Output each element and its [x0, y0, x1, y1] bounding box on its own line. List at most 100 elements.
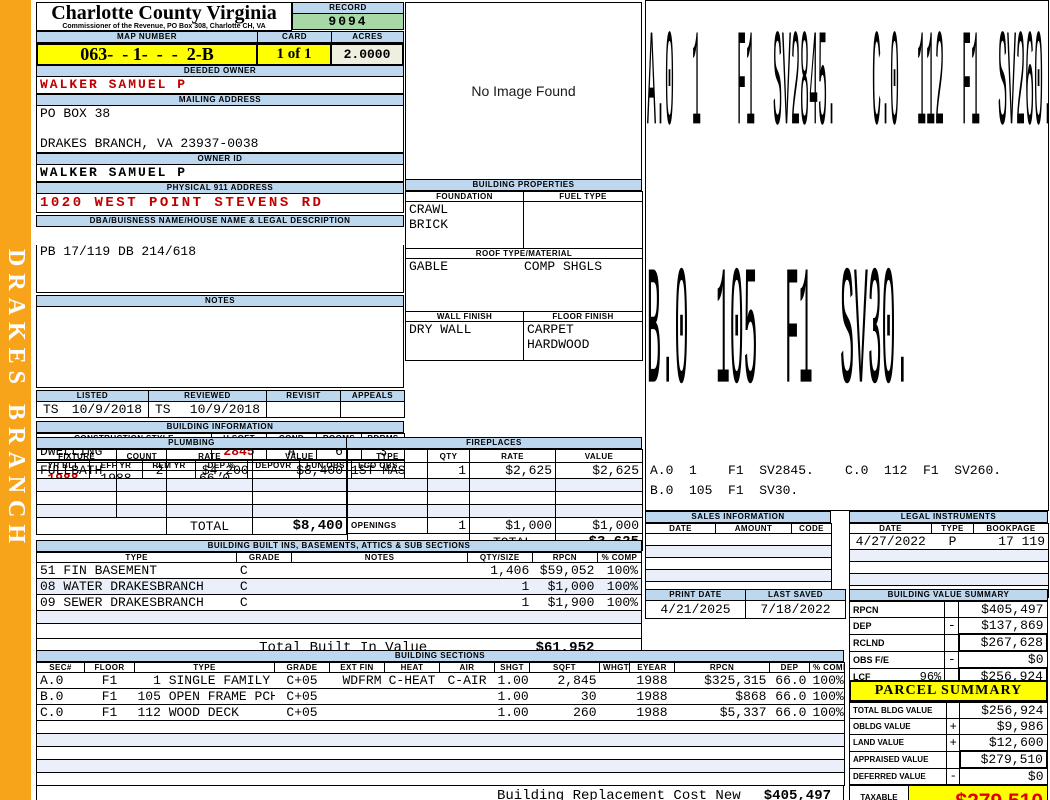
- commissioner-line: Commissioner of the Revenue, PO Box 308,…: [62, 23, 266, 30]
- fireplaces-row: 1ST MAS 1 $2,625 $2,625: [347, 462, 643, 479]
- fuel-type-label: FUEL TYPE: [523, 191, 643, 202]
- sketch-vector-line-2: B.0 105 F1 SV30.: [650, 483, 799, 498]
- print-date-value: 4/21/2025: [645, 600, 746, 619]
- notes-label: NOTES: [36, 295, 404, 307]
- fireplaces-openings-row: OPENINGS 1 $1,000 $1,000: [347, 517, 643, 534]
- building-value-summary-table: RPCN $405,497 DEP - $137,869 RCLND $267,…: [848, 601, 1049, 686]
- no-image-text: No Image Found: [471, 83, 576, 99]
- floor-finish-value: CARPET HARDWOOD: [523, 321, 643, 361]
- built-ins-row: 08 WATER DRAKESBRANCH C 1 $1,000 100%: [36, 578, 642, 595]
- floor-finish-label: FLOOR FINISH: [523, 311, 643, 322]
- roof-value: GABLE COMP SHGLS: [405, 258, 643, 312]
- building-value-summary-title: BUILDING VALUE SUMMARY: [849, 589, 1048, 601]
- map-number-label: MAP NUMBER: [36, 31, 258, 43]
- fireplaces-table: TYPE QTY RATE VALUE 1ST MAS 1 $2,625 $2,…: [347, 449, 643, 551]
- owner-panel: Charlotte County Virginia Commissioner o…: [36, 2, 405, 487]
- parcel-summary-panel: PARCEL SUMMARY TOTAL BLDG VALUE $256,924…: [848, 680, 1049, 800]
- legal-title: LEGAL INSTRUMENTS: [849, 511, 1048, 523]
- plumbing-row: FULLBATH 2 $4,200 $8,400: [35, 462, 348, 479]
- sketch-vector-line-1-large: A.0 1 F1 SV2845. C.0 112 F1 SV260.: [647, 13, 1049, 170]
- building-sections-panel: BUILDING SECTIONS SEC# FLOOR TYPE GRADE …: [36, 650, 845, 800]
- bvs-row-obs: OBS F/E - $0: [848, 650, 1048, 669]
- legal-table: DATE TYPE BOOKPAGE 4/27/2022 P 17 119: [849, 523, 1049, 598]
- replacement-cost-row: Building Replacement Cost New $405,497: [36, 786, 844, 800]
- wall-finish-value: DRY WALL: [405, 321, 524, 361]
- property-record-card: DRAKES BRANCH Charlotte County Virginia …: [0, 0, 1050, 800]
- sketch-panel: A.0 1 F1 SV2845. C.0 112 F1 SV260. B.0 1…: [645, 0, 1049, 511]
- property-panel: No Image Found BUILDING PROPERTIES FOUND…: [405, 2, 643, 361]
- print-dates-panel: PRINT DATE LAST SAVED 4/21/2025 7/18/202…: [645, 589, 846, 619]
- district-label: DRAKES BRANCH: [3, 249, 29, 551]
- reviewed-value: TS 10/9/2018: [148, 401, 267, 418]
- owner-id-value: WALKER SAMUEL P: [36, 165, 404, 182]
- built-ins-table: TYPE GRADE NOTES QTY/SIZE RPCN % COMP 51…: [35, 552, 643, 657]
- sketch-vector-line-2-large: B.0 105 F1 SV30.: [647, 241, 910, 434]
- bvs-row-rclnd: RCLND $267,628: [848, 633, 1049, 652]
- building-value-summary-panel: BUILDING VALUE SUMMARY RPCN $405,497 DEP…: [848, 589, 1049, 686]
- last-saved-label: LAST SAVED: [745, 589, 846, 601]
- bvs-row-rpcn: RPCN $405,497: [848, 601, 1048, 618]
- record-number: 9094: [292, 14, 404, 30]
- building-properties-table: FOUNDATION FUEL TYPE CRAWL BRICK ROOF TYP…: [405, 191, 643, 361]
- sales-title: SALES INFORMATION: [645, 511, 831, 523]
- plumbing-title: PLUMBING: [36, 437, 347, 449]
- foundation-value: CRAWL BRICK: [405, 201, 524, 249]
- built-ins-row: 51 FIN BASEMENT C 1,406 $59,052 100%: [36, 562, 642, 579]
- district-sidebar: DRAKES BRANCH: [0, 0, 31, 800]
- roof-label: ROOF TYPE/MATERIAL: [405, 248, 643, 259]
- legal-instruments-panel: LEGAL INSTRUMENTS DATE TYPE BOOKPAGE 4/2…: [849, 511, 1049, 598]
- county-header: Charlotte County Virginia Commissioner o…: [36, 2, 292, 31]
- deeded-owner-value: WALKER SAMUEL P: [36, 77, 404, 94]
- record-label: RECORD: [292, 2, 404, 14]
- parcel-row-deferred: DEFERRED VALUE - $0: [848, 767, 1048, 785]
- revisit-value: [266, 401, 341, 418]
- photo-placeholder: No Image Found: [405, 2, 642, 180]
- fireplaces-title: FIREPLACES: [347, 437, 642, 449]
- physical-address-label: PHYSICAL 911 ADDRESS: [36, 182, 404, 194]
- plumbing-fireplaces-panel: PLUMBING FIXTURE COUNT RATE VALUE FULLBA…: [35, 437, 643, 551]
- building-sections-table: SEC# FLOOR TYPE GRADE EXT FIN HEAT AIR S…: [36, 662, 845, 786]
- taxable-value-row: TAXABLE VALUE $279,510: [849, 785, 1048, 800]
- built-ins-row: 09 SEWER DRAKESBRANCH C 1 $1,900 100%: [36, 594, 642, 611]
- building-information-title: BUILDING INFORMATION: [36, 421, 404, 433]
- listed-label: LISTED: [36, 390, 149, 402]
- sketch-vector-line-1: A.0 1 F1 SV2845. C.0 112 F1 SV260.: [650, 463, 1002, 478]
- parcel-row-land: LAND VALUE + $12,600: [848, 734, 1048, 752]
- legal-description-box: PB 17/119 DB 214/618: [36, 245, 404, 293]
- appeals-value: [340, 401, 405, 418]
- bvs-row-dep: DEP - $137,869: [848, 617, 1048, 635]
- revisit-label: REVISIT: [266, 390, 341, 402]
- review-table: LISTED REVIEWED REVISIT APPEALS TS 10/9/2…: [36, 390, 405, 418]
- acres-label: ACRES: [332, 31, 404, 43]
- owner-id-label: OWNER ID: [36, 153, 404, 165]
- plumbing-table: FIXTURE COUNT RATE VALUE FULLBATH 2 $4,2…: [35, 449, 348, 535]
- parcel-row-obldg: OBLDG VALUE + $9,986: [848, 718, 1048, 735]
- replacement-cost-label: Building Replacement Cost New: [497, 787, 741, 800]
- sales-table: DATE AMOUNT CODE: [645, 523, 832, 594]
- physical-address-value: 1020 WEST POINT STEVENS RD: [36, 194, 404, 213]
- dba-label: DBA/BUISNESS NAME/HOUSE NAME & LEGAL DES…: [36, 215, 404, 227]
- building-section-row: A.0 F1 1 SINGLE FAMILY C+05 WDFRM C-HEAT C-…: [36, 672, 845, 689]
- built-ins-panel: BUILDING BUILT INS, BASEMENTS, ATTICS & …: [35, 540, 643, 657]
- parcel-row-appraised: APPRAISED VALUE $279,510: [848, 750, 1049, 769]
- legal-description-value: PB 17/119 DB 214/618: [40, 244, 197, 259]
- mailing-line-2: DRAKES BRANCH, VA 23937-0038: [40, 136, 259, 151]
- parcel-row-total-bldg: TOTAL BLDG VALUE $256,924: [848, 702, 1048, 719]
- card-value: 1 of 1: [258, 43, 332, 66]
- deeded-owner-label: DEEDED OWNER: [36, 66, 404, 77]
- sales-information-panel: SALES INFORMATION DATE AMOUNT CODE: [645, 511, 832, 594]
- wall-finish-label: WALL FINISH: [405, 311, 524, 322]
- building-sections-title: BUILDING SECTIONS: [36, 650, 844, 662]
- mailing-line-1: PO BOX 38: [40, 106, 111, 121]
- print-date-label: PRINT DATE: [645, 589, 746, 601]
- foundation-label: FOUNDATION: [405, 191, 524, 202]
- appeals-label: APPEALS: [340, 390, 405, 402]
- parcel-summary-table: TOTAL BLDG VALUE $256,924 OBLDG VALUE + …: [848, 702, 1049, 785]
- taxable-value-label: TAXABLE VALUE: [850, 786, 909, 800]
- built-ins-title: BUILDING BUILT INS, BASEMENTS, ATTICS & …: [36, 540, 642, 552]
- building-section-row: B.0 F1 105 OPEN FRAME PCH C+05 1.00 30 198…: [36, 688, 845, 705]
- acres-value: 2.0000: [332, 43, 404, 66]
- parcel-summary-title: PARCEL SUMMARY: [849, 680, 1048, 702]
- plumbing-total-row: TOTAL $8,400: [35, 517, 348, 535]
- legal-row: 4/27/2022 P 17 119: [849, 533, 1049, 550]
